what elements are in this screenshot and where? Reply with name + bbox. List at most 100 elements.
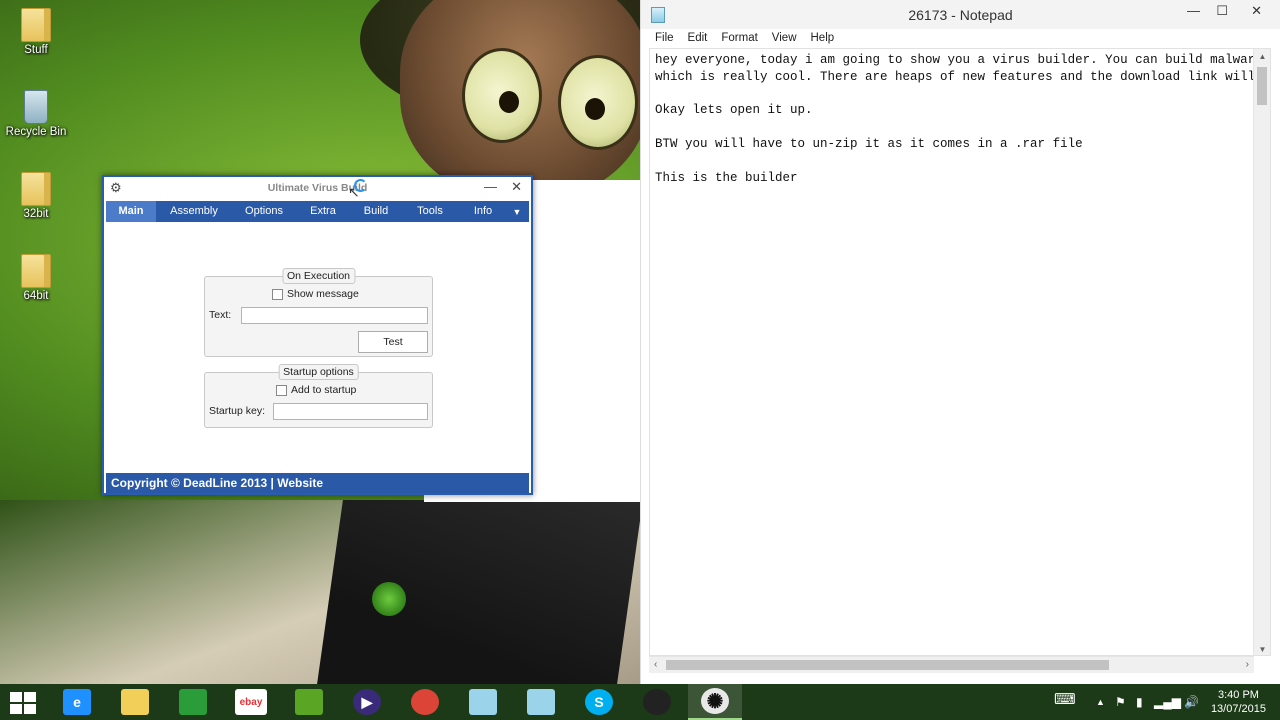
on-execution-legend: On Execution (281, 268, 356, 284)
show-message-checkbox[interactable]: Show message (272, 288, 359, 300)
scroll-down-arrow-icon[interactable]: ▼ (1254, 645, 1270, 654)
system-clock[interactable]: 3:40 PM 13/07/2015 (1211, 688, 1266, 716)
desktop-icon-label: Recycle Bin (5, 126, 67, 138)
action-center-icon[interactable]: ⚑ (1115, 695, 1126, 709)
desktop-blank-area (532, 180, 640, 502)
taskbar: e ebay ▶ S ✺ ⌨ ▲ ⚑ ▮ ▂▄▆ 🔊 3:40 PM 13/07/201… (0, 684, 1280, 720)
chrome-icon (411, 689, 439, 715)
menu-main[interactable]: Main (106, 201, 156, 222)
taskbar-app-file-explorer[interactable] (108, 684, 162, 720)
notepad-text-area[interactable]: hey everyone, today i am going to show y… (649, 48, 1271, 656)
notepad-menu-edit[interactable]: Edit (681, 32, 715, 44)
menu-overflow-arrow-icon[interactable]: ▼ (508, 207, 526, 217)
taskbar-app-skype[interactable]: S (572, 684, 626, 720)
folder-icon (21, 8, 51, 42)
desktop-icon-recycle-bin[interactable]: Recycle Bin (1, 90, 71, 138)
taskbar-app-ebay[interactable]: ebay (224, 684, 278, 720)
wallpaper-eye-left (462, 48, 542, 143)
desktop-blank-strip (424, 494, 640, 502)
notepad-icon (469, 689, 497, 715)
network-icon[interactable]: ▂▄▆ (1154, 695, 1181, 709)
virus-builder-icon: ✺ (701, 688, 729, 714)
taskbar-app-virus-builder[interactable]: ✺ (688, 684, 742, 720)
notepad-horizontal-scrollbar[interactable]: ‹ › (649, 656, 1254, 673)
store-icon (179, 689, 207, 715)
wallpaper-eye-right (558, 55, 638, 150)
taskbar-app-notepad-2[interactable] (514, 684, 568, 720)
taskbar-app-notepad[interactable] (456, 684, 510, 720)
taskbar-app-internet-explorer[interactable]: e (50, 684, 104, 720)
scroll-right-arrow-icon[interactable]: › (1246, 659, 1249, 670)
notepad-maximize-button[interactable]: ☐ (1216, 4, 1228, 18)
scroll-up-arrow-icon[interactable]: ▲ (1254, 52, 1270, 61)
copyright-footer[interactable]: Copyright © DeadLine 2013 | Website (106, 473, 529, 493)
virus-builder-titlebar[interactable]: ⚙ Ultimate Virus Build ↖ — ✕ (104, 177, 531, 199)
notepad-line (650, 119, 1270, 136)
folder-icon (21, 254, 51, 288)
show-message-label: Show message (287, 288, 359, 300)
notepad-menu-help[interactable]: Help (804, 32, 842, 44)
show-hidden-icons-icon[interactable]: ▲ (1096, 695, 1105, 709)
notepad-minimize-button[interactable]: — (1187, 4, 1200, 18)
volume-icon[interactable]: 🔊 (1184, 695, 1199, 709)
notepad-close-button[interactable]: ✕ (1251, 4, 1262, 18)
desktop-icon-label: 64bit (23, 290, 49, 302)
recycle-bin-icon (24, 90, 48, 124)
notepad-menu-file[interactable]: File (641, 32, 681, 44)
startup-options-legend: Startup options (278, 364, 359, 380)
power-icon[interactable]: ▮ (1136, 695, 1143, 709)
notepad-menu-format[interactable]: Format (714, 32, 764, 44)
test-button[interactable]: Test (358, 331, 428, 353)
menu-assembly[interactable]: Assembly (156, 201, 232, 222)
horizontal-scroll-thumb[interactable] (666, 660, 1109, 670)
virus-builder-window: ⚙ Ultimate Virus Build ↖ — ✕ Main Assemb… (102, 175, 533, 495)
notepad-2-icon (527, 689, 555, 715)
menu-options[interactable]: Options (232, 201, 296, 222)
folder-icon (21, 172, 51, 206)
taskbar-app-store[interactable] (166, 684, 220, 720)
notepad-line: which is really cool. There are heaps of… (655, 69, 1256, 84)
obs-icon (643, 689, 671, 715)
virus-builder-menu: Main Assembly Options Extra Build Tools … (106, 201, 529, 222)
taskbar-app-obs[interactable] (630, 684, 684, 720)
wallpaper-console-logo (372, 582, 406, 616)
startup-key-label: Startup key: (209, 405, 266, 417)
notepad-vertical-scrollbar[interactable]: ▲ ▼ (1253, 49, 1270, 655)
desktop-icon-stuff[interactable]: Stuff (1, 8, 71, 56)
notepad-line (650, 153, 1270, 170)
notepad-titlebar[interactable]: 26173 - Notepad — ☐ ✕ (641, 0, 1280, 29)
virus-builder-title: Ultimate Virus Build (267, 182, 368, 194)
desktop-icon-64bit[interactable]: 64bit (1, 254, 71, 302)
clock-time: 3:40 PM (1217, 689, 1259, 701)
start-button[interactable] (10, 692, 36, 714)
desktop-icon-label: Stuff (24, 44, 48, 56)
wallpaper-console (317, 500, 643, 684)
taskbar-app-chrome[interactable] (398, 684, 452, 720)
notepad-line: hey everyone, today i am going to show y… (655, 53, 1256, 67)
notepad-line: Okay lets open it up. (655, 103, 813, 118)
startup-key-input[interactable] (273, 403, 428, 420)
text-label: Text: (209, 309, 232, 321)
checkbox-box[interactable] (276, 384, 287, 396)
menu-build[interactable]: Build (350, 201, 402, 222)
notepad-menubar: File Edit Format View Help (641, 29, 1280, 47)
desktop-icon-32bit[interactable]: 32bit (1, 172, 71, 220)
taskbar-app-evernote[interactable] (282, 684, 336, 720)
message-text-input[interactable] (241, 307, 428, 324)
minimize-button[interactable]: — (484, 180, 497, 194)
add-to-startup-checkbox[interactable]: Add to startup (276, 384, 356, 396)
vertical-scroll-thumb[interactable] (1257, 67, 1267, 105)
checkbox-box[interactable] (272, 288, 283, 300)
mouse-cursor-icon: ↖ (348, 184, 360, 200)
notepad-title: 26173 - Notepad (908, 7, 1013, 23)
taskbar-app-media-player[interactable]: ▶ (340, 684, 394, 720)
close-button[interactable]: ✕ (511, 180, 522, 194)
scroll-left-arrow-icon[interactable]: ‹ (654, 659, 657, 670)
menu-tools[interactable]: Tools (402, 201, 458, 222)
notepad-line: This is the builder (655, 170, 798, 185)
keyboard-icon[interactable]: ⌨ (1054, 692, 1076, 707)
notepad-menu-view[interactable]: View (765, 32, 804, 44)
notepad-line: BTW you will have to un-zip it as it com… (655, 136, 1083, 151)
menu-info[interactable]: Info (458, 201, 508, 222)
menu-extra[interactable]: Extra (296, 201, 350, 222)
